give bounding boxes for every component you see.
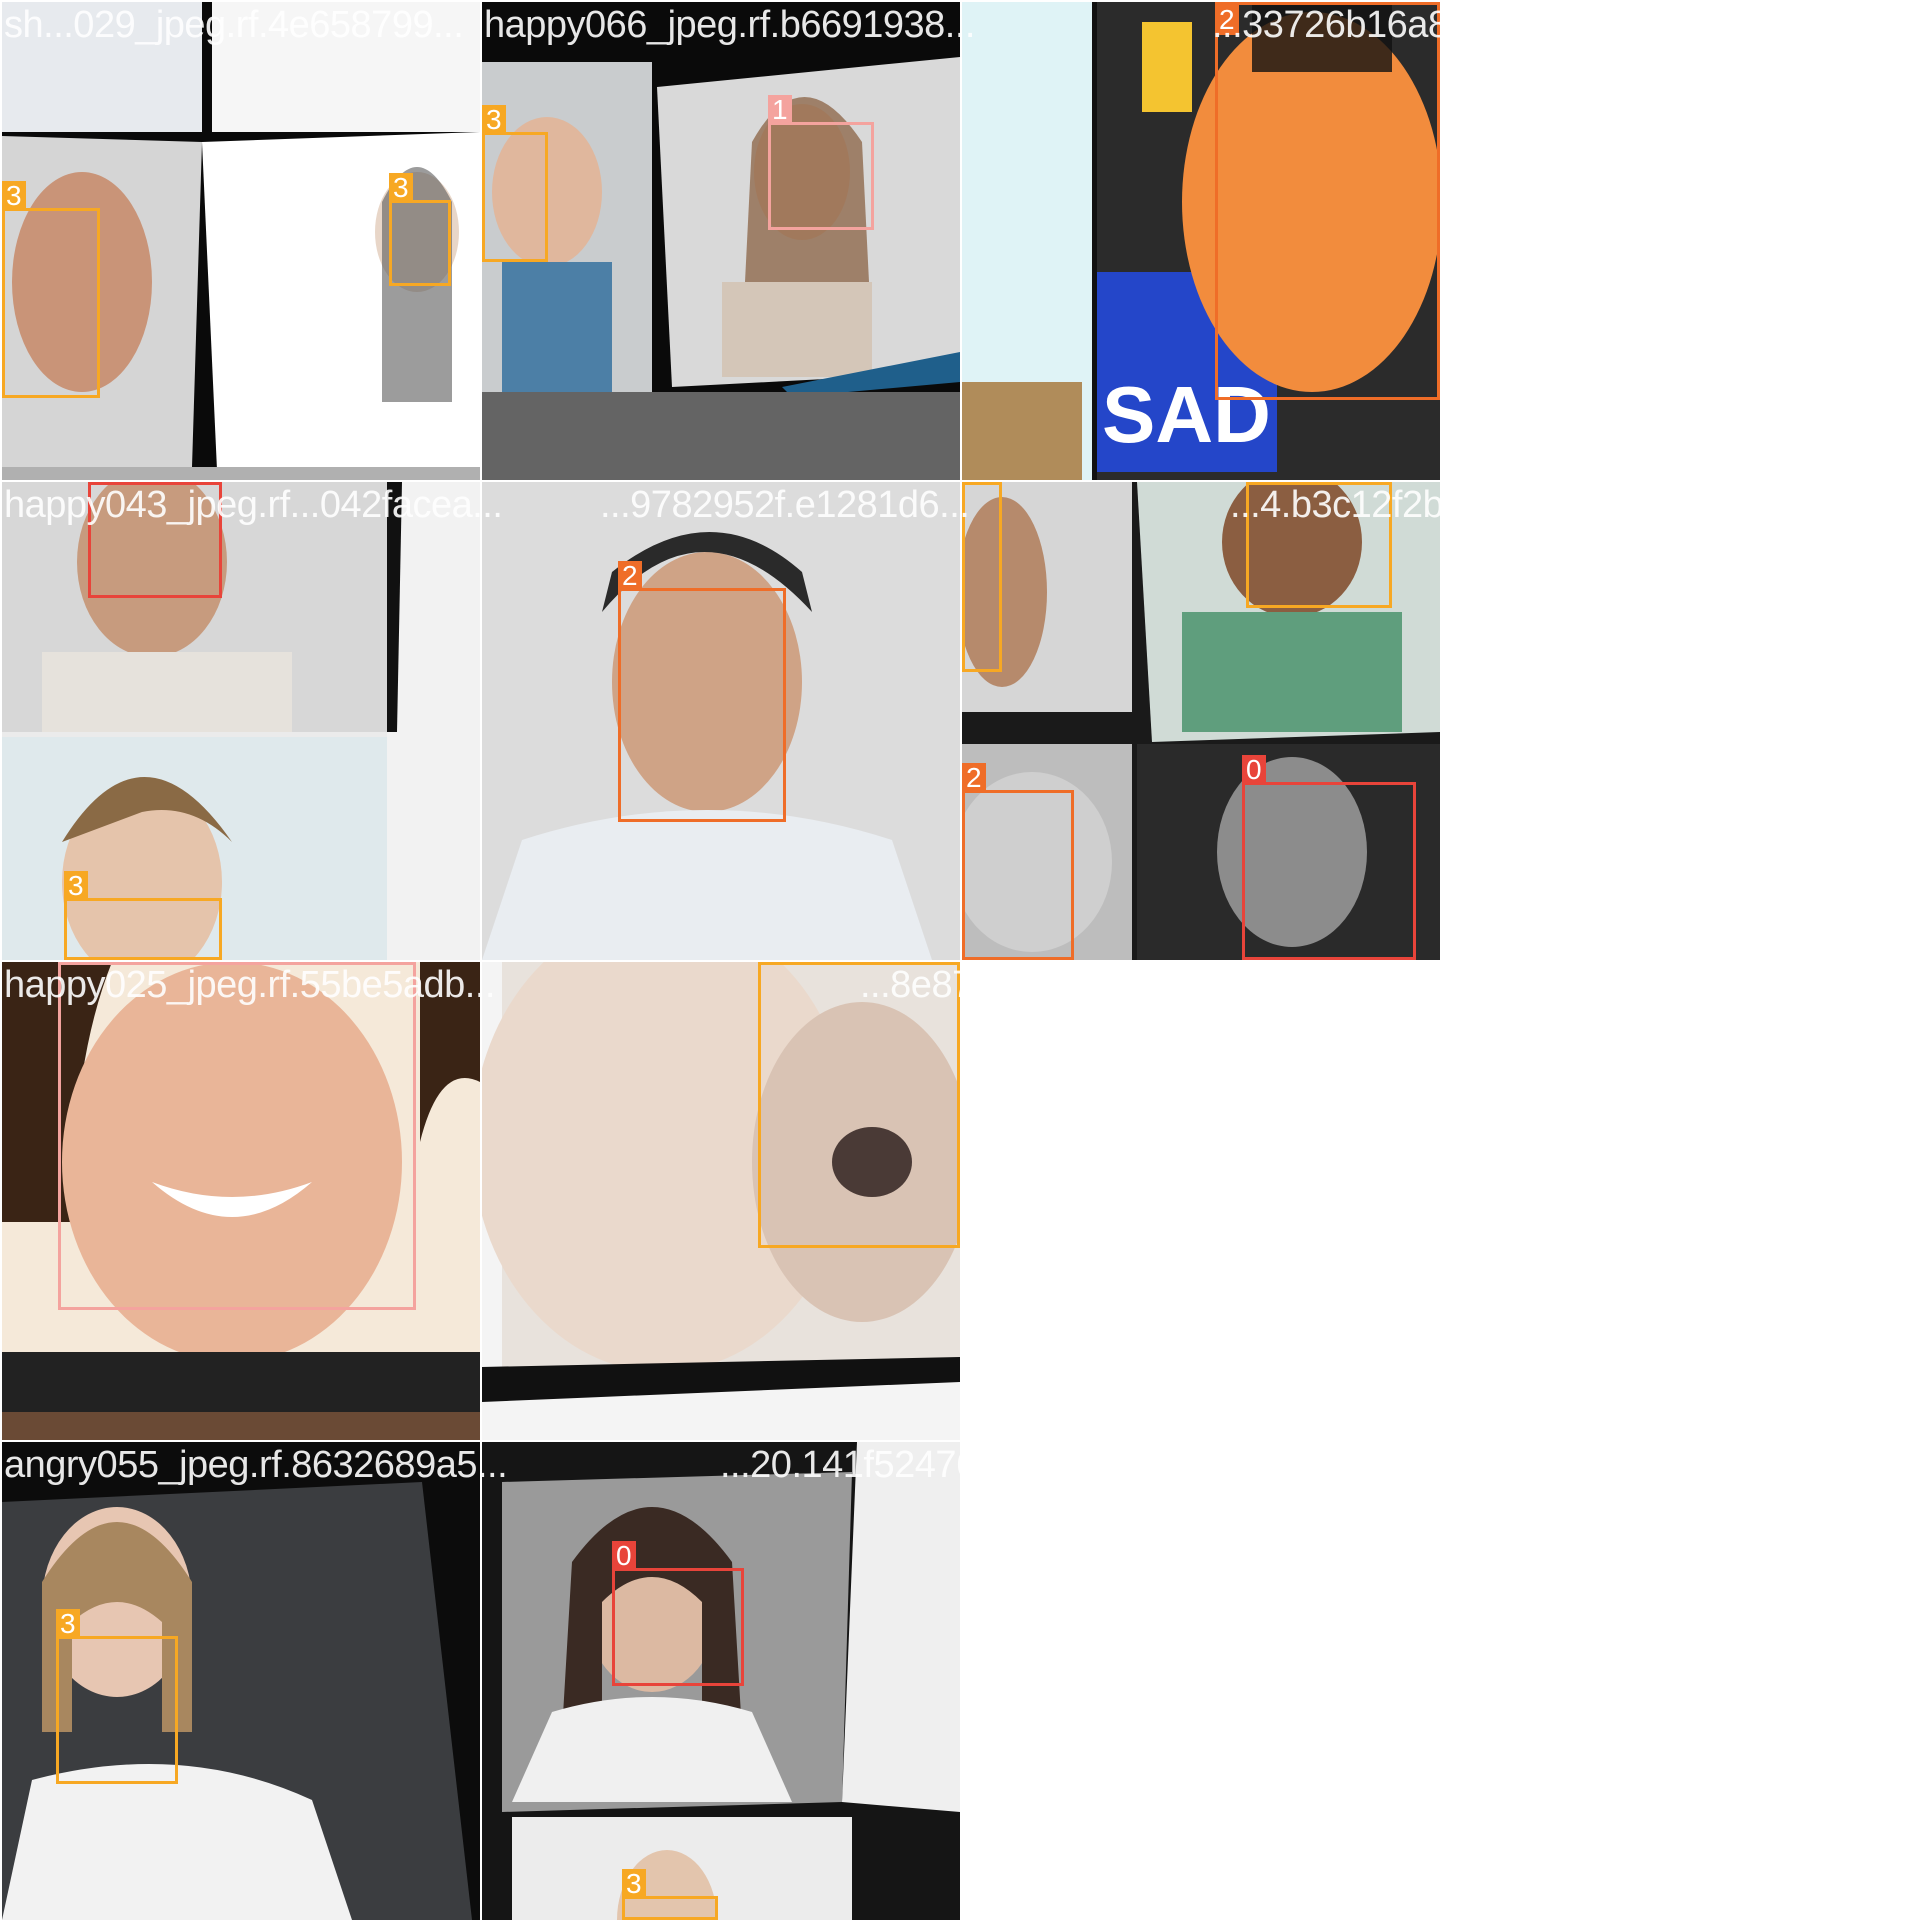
detection-box: 3 bbox=[389, 173, 451, 286]
mosaic-tile: 3 bbox=[2, 1442, 480, 1920]
detection-box: 3 bbox=[1246, 482, 1392, 608]
detection-box: 3 bbox=[962, 482, 1002, 672]
mosaic-tile: SAD 2 bbox=[962, 2, 1440, 480]
mosaic-tile: 3 3 bbox=[2, 2, 480, 480]
class-label: 3 bbox=[962, 482, 986, 485]
detection-box: 1 bbox=[58, 962, 416, 1310]
class-label: 3 bbox=[482, 105, 506, 135]
mosaic-tile: 3 bbox=[482, 962, 960, 1440]
detection-box: 2 bbox=[1215, 2, 1440, 400]
mosaic-tile: 3 1 bbox=[482, 2, 960, 480]
class-label: 3 bbox=[64, 871, 88, 901]
class-label: 0 bbox=[1242, 755, 1266, 785]
class-label: 3 bbox=[2, 181, 26, 211]
mosaic-tile: 2 bbox=[482, 482, 960, 960]
detection-box: 3 bbox=[64, 871, 222, 960]
detection-box: 1 bbox=[768, 95, 874, 230]
class-label: 2 bbox=[1215, 5, 1239, 35]
detection-box: 3 bbox=[56, 1609, 178, 1784]
detection-box: 3 bbox=[758, 962, 960, 1248]
mosaic-tile: 0 3 bbox=[2, 482, 480, 960]
mosaic-tile: 0 3 bbox=[482, 1442, 960, 1920]
detection-box: 0 bbox=[1242, 755, 1416, 960]
class-label: 0 bbox=[88, 482, 112, 485]
mosaic-tile: 1 bbox=[2, 962, 480, 1440]
class-label: 2 bbox=[962, 763, 986, 793]
class-label: 3 bbox=[1246, 482, 1270, 485]
detection-box: 3 bbox=[2, 181, 100, 398]
detection-box: 3 bbox=[622, 1869, 718, 1920]
mosaic-tile: 3 3 2 0 bbox=[962, 482, 1440, 960]
detection-box: 0 bbox=[612, 1541, 744, 1686]
detection-box: 2 bbox=[618, 561, 786, 822]
class-label: 2 bbox=[618, 561, 642, 591]
class-label: 1 bbox=[58, 962, 82, 965]
tile-photo bbox=[482, 2, 960, 480]
class-label: 1 bbox=[768, 95, 792, 125]
detection-box: 3 bbox=[482, 105, 548, 262]
class-label: 0 bbox=[612, 1541, 636, 1571]
detection-box: 0 bbox=[88, 482, 222, 598]
detection-mosaic: 3 3 3 1 SAD 2 3 2 2 0 3 0 3 bbox=[0, 0, 1920, 1920]
class-label: 3 bbox=[622, 1869, 646, 1899]
class-label: 3 bbox=[389, 173, 413, 203]
detection-box: 2 bbox=[962, 763, 1074, 960]
class-label: 3 bbox=[758, 962, 782, 965]
class-label: 3 bbox=[56, 1609, 80, 1639]
